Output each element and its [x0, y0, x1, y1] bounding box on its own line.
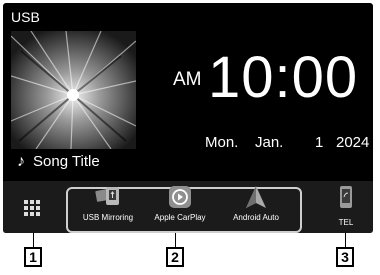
android-auto-icon [243, 185, 269, 209]
usb-mirroring-icon [95, 185, 121, 209]
apple-carplay-label: Apple CarPlay [154, 213, 206, 222]
usb-mirroring-label: USB Mirroring [82, 213, 134, 222]
callout-line-3 [345, 233, 346, 247]
date-month: Jan. [255, 134, 284, 151]
date-day: 1 [315, 134, 324, 151]
tel-label: TEL [338, 218, 354, 227]
android-auto-label: Android Auto [233, 213, 279, 222]
date-year: 2024 [336, 134, 370, 151]
callout-1: 1 [24, 247, 42, 267]
grid-menu-icon [24, 200, 40, 216]
callout-line-1 [33, 233, 34, 247]
song-title: Song Title [33, 153, 100, 170]
menu-button[interactable] [15, 191, 49, 225]
song-info: ♪ Song Title [17, 153, 100, 170]
music-note-icon: ♪ [17, 152, 25, 170]
head-unit-screen: USB ♪ Song Title AM 10:00 Mon. Jan. 1 20… [3, 3, 373, 233]
carplay-icon [167, 185, 193, 209]
callout-3: 3 [336, 247, 354, 267]
clock-time: 10:00 [208, 45, 359, 110]
callout-line-2 [175, 233, 176, 247]
tel-button[interactable]: TEL [326, 185, 366, 231]
phone-icon [339, 185, 353, 214]
clock-ampm: AM [173, 69, 202, 90]
date-day-of-week: Mon. [205, 134, 239, 151]
usb-mirroring-button[interactable]: USB Mirroring [73, 185, 143, 231]
callout-2: 2 [166, 247, 184, 267]
android-auto-button[interactable]: Android Auto [221, 185, 291, 231]
shortcut-bar: USB Mirroring Apple CarPlay Android Auto [3, 181, 373, 233]
clock-widget: AM 10:00 [3, 3, 373, 153]
apple-carplay-button[interactable]: Apple CarPlay [145, 185, 215, 231]
